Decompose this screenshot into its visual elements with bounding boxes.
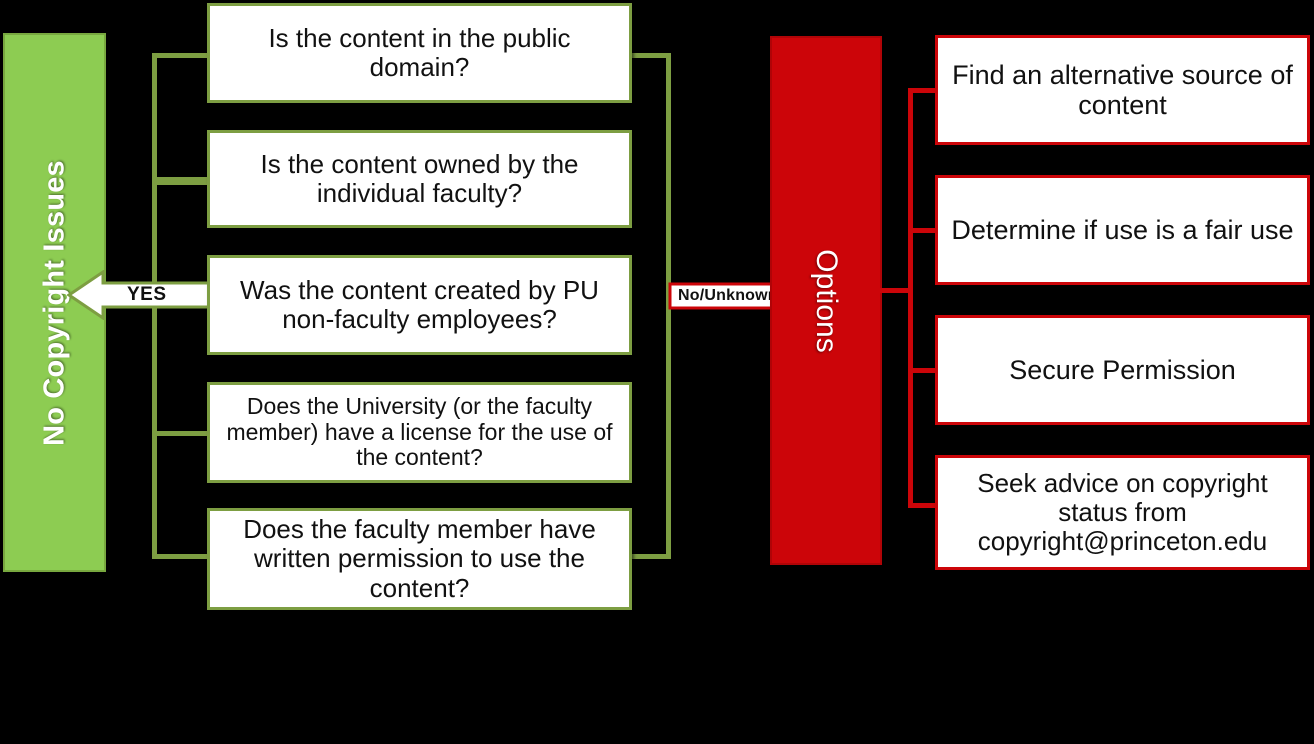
question-box-5[interactable]: Does the faculty member have written per… [207,508,632,610]
options-label: Options [810,248,843,353]
option-box-1[interactable]: Find an alternative source of content [935,35,1310,145]
green-connector-branch-1 [152,53,210,58]
green-connector-yes-stub [152,181,212,185]
no-unknown-arrow-label: No/Unknown [678,287,778,304]
option-box-3-text: Secure Permission [1009,354,1236,385]
red-connector-branch-3 [908,368,938,373]
red-connector-branch-1 [908,88,938,93]
red-connector-branch-2 [908,228,938,233]
question-box-3-text: Was the content created by PU non-facult… [240,274,599,334]
option-box-2-text: Determine if use is a fair use [951,214,1294,245]
green-connector-branch-4 [152,431,210,436]
option-box-4[interactable]: Seek advice on copyright status from cop… [935,455,1310,570]
option-box-3[interactable]: Secure Permission [935,315,1310,425]
question-box-2[interactable]: Is the content owned by the individual f… [207,130,632,228]
red-connector-spine [908,88,913,508]
question-box-4[interactable]: Does the University (or the faculty memb… [207,382,632,483]
question-box-5-text: Does the faculty member have written per… [243,514,596,603]
red-connector-branch-4 [908,503,938,508]
yes-arrow: YES [67,270,218,320]
option-box-1-text: Find an alternative source of content [952,59,1293,120]
option-box-4-text: Seek advice on copyright status from cop… [977,467,1268,557]
yes-arrow-label: YES [127,284,167,305]
green-right-branch-top [629,53,671,58]
question-box-4-text: Does the University (or the faculty memb… [226,392,613,471]
question-box-1[interactable]: Is the content in the public domain? [207,3,632,103]
green-connector-branch-5 [152,554,210,559]
question-box-2-text: Is the content owned by the individual f… [260,148,579,208]
question-box-1-text: Is the content in the public domain? [268,22,571,82]
flowchart-canvas: No Copyright Issues YES Is the content i… [0,0,1314,744]
green-right-branch-bottom [629,554,671,559]
question-box-3[interactable]: Was the content created by PU non-facult… [207,255,632,355]
options-banner: Options [770,36,882,565]
option-box-2[interactable]: Determine if use is a fair use [935,175,1310,285]
